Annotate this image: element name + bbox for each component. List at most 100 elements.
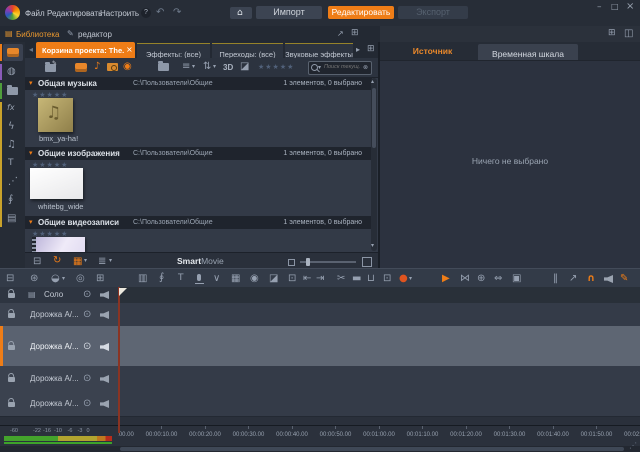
track-eye-icon[interactable]: ⊙	[83, 399, 91, 409]
track-lock-icon[interactable]	[8, 345, 15, 350]
layers-icon[interactable]: ⊟	[33, 257, 41, 267]
solo-label[interactable]: Соло	[44, 290, 63, 299]
track-header-2-selected[interactable]: Дорожка А/... ⊙	[0, 326, 118, 367]
timeline-lane-3[interactable]	[118, 366, 640, 392]
time-ruler[interactable]: 00:00:00.00 00:00:10.00 00:00:20.00 00:0…	[118, 426, 640, 447]
resize-grip-icon[interactable]: ⋰	[629, 442, 637, 450]
pip-icon[interactable]: ▣	[512, 274, 521, 284]
magnet-icon[interactable]: ∩	[587, 274, 595, 284]
sidebar-item-effects[interactable]: fx	[7, 104, 15, 112]
filter-3d-button[interactable]: 3D	[223, 63, 233, 72]
zoom-small-icon[interactable]	[288, 259, 295, 266]
track-speaker-icon[interactable]	[100, 375, 109, 383]
thumb-zoom-handle[interactable]	[306, 258, 310, 266]
section-expand-icon[interactable]: ▾	[29, 219, 33, 226]
marker-icon[interactable]: ●	[399, 274, 408, 284]
marker-caret-icon[interactable]: ▾	[409, 276, 412, 282]
score-icon[interactable]: ∮	[159, 273, 164, 283]
sidebar-folder-icon[interactable]	[7, 87, 18, 95]
photo-icon[interactable]: ⊡	[288, 274, 296, 284]
audio-mixer-icon[interactable]: ‖	[553, 274, 558, 284]
mute-all-icon[interactable]	[100, 291, 109, 299]
fade-icon[interactable]: ↗	[569, 274, 577, 284]
trim-out-icon[interactable]: ⇥	[316, 274, 324, 284]
library-scrollbar[interactable]: ▴ ▾	[371, 78, 377, 251]
section-header-music[interactable]: ▾ Общая музыка C:\Пользователи\Общие 1 э…	[25, 77, 372, 90]
minimize-button[interactable]: –	[597, 3, 602, 12]
menu-file[interactable]: Файл	[25, 9, 45, 18]
trash-icon[interactable]: ⊔	[367, 274, 375, 284]
home-button[interactable]: ⌂	[230, 7, 252, 19]
group-folder-icon[interactable]	[158, 63, 169, 71]
smartmovie-button[interactable]: SmartMovie	[177, 256, 224, 266]
timeline-lane-1[interactable]	[118, 303, 640, 327]
track-name[interactable]: Дорожка А/...	[30, 342, 82, 351]
section-expand-icon[interactable]: ▾	[29, 80, 33, 87]
timeline-hscrollbar[interactable]: ⋰	[0, 446, 640, 452]
detail-view-caret-icon[interactable]: ▾	[109, 258, 112, 264]
tabs-forward-icon[interactable]: ▸	[356, 46, 360, 54]
detail-view-icon[interactable]: ≣	[98, 257, 106, 267]
view-list-caret-icon[interactable]: ▾	[192, 64, 195, 70]
record-icon[interactable]: ◎	[76, 274, 85, 284]
stretch-mode-icon[interactable]: ⇔	[494, 274, 502, 284]
filter-video-icon[interactable]: ◉	[123, 62, 132, 72]
rating-filter-stars[interactable]: ★★★★★	[258, 63, 294, 71]
thumb-view-caret-icon[interactable]: ▾	[84, 258, 87, 264]
track-preset-caret-icon[interactable]: ▾	[62, 276, 65, 282]
tag-icon[interactable]: ◪	[240, 62, 249, 72]
sidebar-item-project-bins[interactable]	[3, 44, 23, 61]
track-eye-icon[interactable]: ⊙	[83, 342, 91, 352]
filter-bin-icon[interactable]	[75, 63, 87, 72]
copy-window-icon[interactable]: ⊞	[351, 29, 359, 38]
export-frame-icon[interactable]: ⊞	[96, 274, 104, 284]
export-button[interactable]: Экспорт	[398, 6, 468, 19]
view-all-icon[interactable]: ⊙	[83, 290, 91, 300]
menu-edit[interactable]: Редактировать	[47, 9, 102, 18]
panel-tab-library[interactable]: Библиотека	[16, 30, 60, 39]
redo-icon[interactable]: ↷	[173, 8, 181, 18]
disc-authoring-icon[interactable]: ◉	[250, 274, 259, 284]
library-item-image[interactable]	[30, 168, 83, 199]
edit-mode-button[interactable]: Редактировать	[328, 6, 394, 19]
library-tab-effects[interactable]: Эффекты: (все)	[137, 43, 210, 59]
tab-timeline[interactable]: Временная шкала	[478, 44, 578, 60]
sort-icon[interactable]: ⇅	[203, 62, 211, 72]
sidebar-item-transitions[interactable]: ϟ	[8, 122, 15, 132]
library-tab-soundfx[interactable]: Звуковые эффекты	[285, 43, 353, 59]
undo-icon[interactable]: ↶	[156, 8, 164, 18]
select-tool-icon[interactable]: ▶	[442, 274, 450, 284]
search-caret-icon[interactable]: ▾	[318, 65, 321, 71]
help-icon[interactable]: ?	[141, 8, 151, 18]
track-preset-icon[interactable]: ◒	[51, 274, 60, 284]
library-tab-transitions[interactable]: Переходы: (все)	[212, 43, 283, 59]
track-speaker-icon[interactable]	[100, 400, 109, 408]
zoom-large-icon[interactable]	[362, 257, 372, 267]
filter-music-icon[interactable]: ♪	[94, 62, 100, 72]
search-icon[interactable]	[311, 64, 318, 71]
sidebar-item-discmenus[interactable]: ▤	[7, 214, 16, 224]
sidebar-item-montage[interactable]: ⋰	[8, 177, 18, 187]
search-input[interactable]	[324, 62, 362, 72]
track-lock-icon[interactable]	[8, 377, 15, 382]
subtitle-icon[interactable]: ▬	[352, 274, 361, 284]
sidebar-item-music[interactable]: ♫	[7, 140, 16, 150]
lock-all-icon[interactable]	[8, 293, 15, 298]
sidebar-item-settings[interactable]: ◍	[7, 67, 16, 77]
section-expand-icon[interactable]: ▾	[29, 150, 33, 157]
utility-pen-icon[interactable]: ✎	[620, 274, 628, 284]
undock-preview-icon[interactable]: ⊞	[608, 29, 616, 38]
maximize-button[interactable]: □	[611, 3, 619, 11]
view-list-icon[interactable]: ≡	[182, 62, 190, 72]
thumb-zoom-slider[interactable]	[300, 261, 356, 263]
multicam-icon[interactable]: ▦	[231, 274, 240, 284]
audio-ducking-icon[interactable]	[604, 275, 613, 283]
sort-caret-icon[interactable]: ▾	[213, 64, 216, 70]
track-speaker-icon[interactable]	[100, 311, 109, 319]
track-name[interactable]: Дорожка А/...	[30, 374, 82, 383]
scroll-down-icon[interactable]: ▾	[371, 243, 374, 249]
track-header-1[interactable]: Дорожка А/... ⊙	[0, 303, 118, 327]
razor-icon[interactable]: ✂	[337, 274, 345, 284]
thumb-view-icon[interactable]: ▦	[73, 257, 82, 267]
new-tab-icon[interactable]: ⊞	[367, 45, 375, 54]
